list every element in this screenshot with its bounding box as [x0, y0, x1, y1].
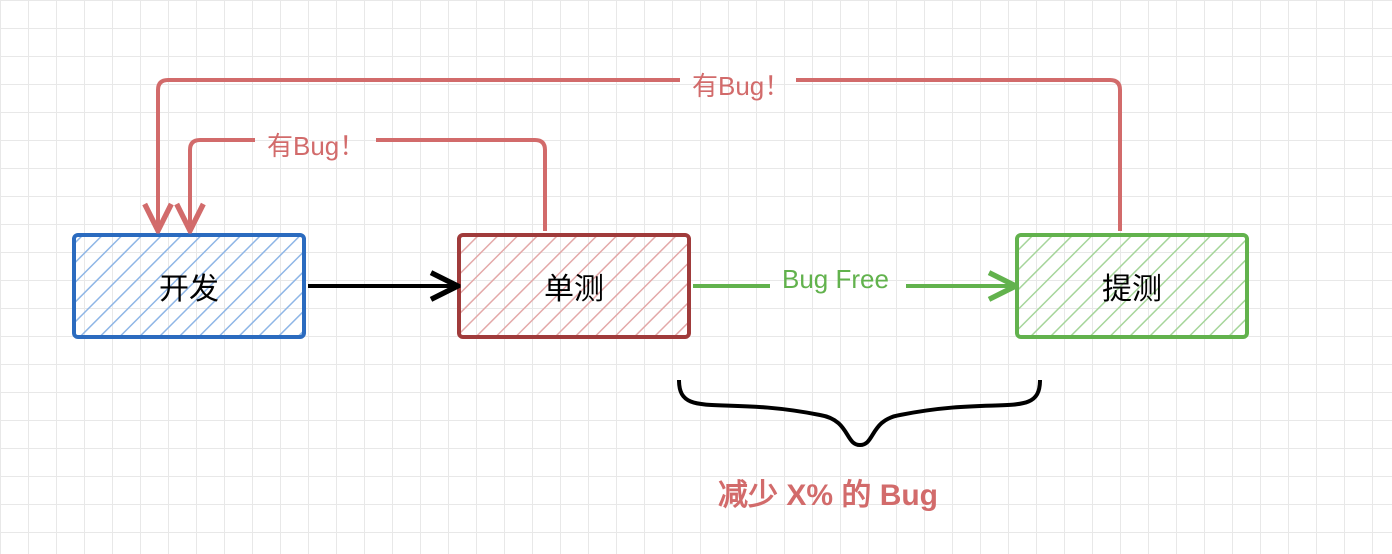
annotation-reduce-bug: 减少 X% 的 Bug: [718, 470, 938, 514]
node-dev-label: 开发: [159, 264, 219, 308]
node-utest: 单测: [459, 235, 689, 337]
node-dev: 开发: [74, 235, 304, 337]
brace: [679, 380, 1040, 445]
node-submit: 提测: [1017, 235, 1247, 337]
edge-submit-to-dev-right: [796, 80, 1120, 231]
edge-submit-to-dev-left: [158, 80, 680, 228]
edge-label-bugfree: Bug Free: [782, 264, 889, 295]
edge-label-submit-to-dev: 有Bug！: [692, 66, 790, 103]
edge-label-utest-to-dev: 有Bug！: [267, 126, 365, 163]
edge-utest-to-dev-right: [376, 140, 545, 231]
edge-utest-to-dev-left: [190, 140, 255, 228]
node-utest-label: 单测: [544, 264, 604, 308]
node-submit-label: 提测: [1102, 264, 1162, 308]
